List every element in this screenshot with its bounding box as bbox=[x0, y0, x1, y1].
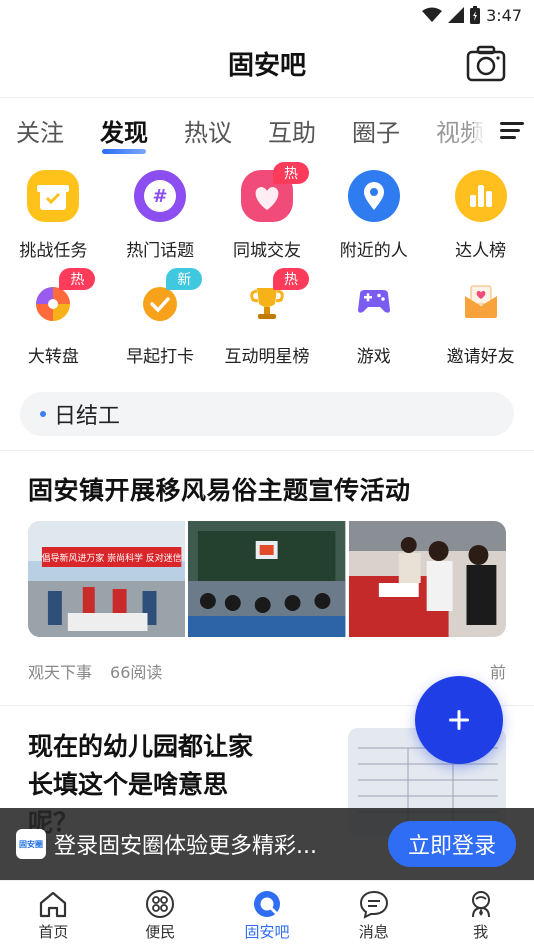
feed-post[interactable]: 固安镇开展移风易俗主题宣传活动 倡导新风进万家 崇尚科学 反对迷信 观天下事 6… bbox=[0, 471, 534, 683]
feature-star-ranking[interactable]: 热 互动明星榜 bbox=[214, 268, 321, 374]
message-icon bbox=[359, 890, 388, 919]
nav-messages[interactable]: 消息 bbox=[320, 881, 427, 950]
feature-label: 邀请好友 bbox=[446, 347, 515, 367]
status-time: 3:47 bbox=[486, 5, 522, 25]
tab-discover[interactable]: 发现 bbox=[100, 113, 148, 154]
location-pin-icon bbox=[346, 168, 402, 224]
nav-home[interactable]: 首页 bbox=[0, 881, 107, 950]
bar-chart-icon bbox=[453, 168, 509, 224]
feature-label: 早起打卡 bbox=[126, 347, 195, 367]
feature-invite-friends[interactable]: 邀请好友 bbox=[427, 268, 534, 374]
envelope-icon bbox=[453, 274, 509, 330]
feature-hot-topics[interactable]: # 热门话题 bbox=[107, 162, 214, 268]
app-logo: 固安圈 bbox=[16, 829, 46, 859]
post-title-line: 现在的幼儿园都让家 bbox=[28, 732, 254, 761]
post-source: 观天下事 bbox=[28, 663, 93, 682]
login-button[interactable]: 立即登录 bbox=[388, 821, 516, 867]
post-photo[interactable] bbox=[348, 521, 506, 637]
tab-menu-button[interactable] bbox=[474, 98, 534, 162]
feature-label: 互动明星榜 bbox=[224, 347, 310, 367]
home-icon bbox=[40, 891, 67, 918]
nav-label: 固安吧 bbox=[244, 923, 290, 941]
post-reads: 66阅读 bbox=[110, 663, 163, 682]
feature-grid: 挑战任务 # 热门话题 热 同城交友 附近的人 达人榜 热 大转盘 新 早起打卡… bbox=[0, 162, 534, 374]
create-post-button[interactable] bbox=[415, 676, 503, 764]
feature-label: 同城交友 bbox=[232, 241, 301, 261]
post-photo[interactable] bbox=[188, 521, 346, 637]
app-logo-text: 固安圈 bbox=[19, 839, 43, 849]
status-bar: 3:47 bbox=[0, 0, 534, 30]
battery-icon bbox=[470, 6, 481, 24]
post-time: 前 bbox=[489, 663, 506, 682]
feature-challenge-task[interactable]: 挑战任务 bbox=[0, 162, 107, 268]
feature-label: 游戏 bbox=[356, 347, 391, 367]
topic-dot bbox=[40, 411, 46, 417]
section-divider bbox=[0, 450, 534, 451]
svg-text:#: # bbox=[153, 186, 168, 207]
feature-nearby-people[interactable]: 附近的人 bbox=[320, 162, 427, 268]
gamepad-icon bbox=[346, 274, 402, 330]
nav-label: 首页 bbox=[38, 923, 69, 941]
feature-label: 大转盘 bbox=[27, 347, 79, 367]
bottom-nav: 首页 便民 固安吧 消息 我 bbox=[0, 880, 534, 950]
post-photos[interactable]: 倡导新风进万家 崇尚科学 反对迷信 bbox=[28, 521, 506, 637]
camera-icon[interactable] bbox=[466, 44, 506, 84]
tab-circles[interactable]: 圈子 bbox=[352, 113, 400, 148]
hot-badge: 热 bbox=[272, 268, 309, 290]
wifi-icon bbox=[422, 7, 443, 22]
nav-profile[interactable]: 我 bbox=[427, 881, 534, 950]
nav-label: 便民 bbox=[145, 923, 176, 941]
nav-label: 消息 bbox=[358, 923, 389, 941]
profile-icon bbox=[471, 891, 490, 918]
category-tabs: 关注 发现 热议 互助 圈子 视频 bbox=[0, 98, 534, 162]
grid-apps-icon bbox=[146, 890, 175, 918]
feature-lucky-wheel[interactable]: 热 大转盘 bbox=[0, 268, 107, 374]
post-title-line: 长填这个是啥意思 bbox=[28, 770, 229, 799]
tab-mutual-help[interactable]: 互助 bbox=[268, 113, 316, 148]
feature-label: 热门话题 bbox=[126, 241, 195, 261]
menu-lines-icon bbox=[500, 122, 524, 139]
nav-services[interactable]: 便民 bbox=[107, 881, 214, 950]
post-meta: 观天下事 66阅读 前 bbox=[28, 659, 506, 683]
gift-icon bbox=[25, 168, 81, 224]
feature-local-friends[interactable]: 热 同城交友 bbox=[214, 162, 321, 268]
login-banner-text: 登录固安圈体验更多精彩... bbox=[54, 834, 317, 859]
feature-label: 附近的人 bbox=[339, 241, 408, 261]
banner-text: 倡导新风进万家 崇尚科学 反对迷信 bbox=[42, 552, 182, 564]
post-photo[interactable]: 倡导新风进万家 崇尚科学 反对迷信 bbox=[28, 521, 186, 637]
nav-guan-ba[interactable]: 固安吧 bbox=[214, 881, 321, 950]
post-title[interactable]: 固安镇开展移风易俗主题宣传活动 bbox=[28, 471, 506, 507]
page-title: 固安吧 bbox=[227, 51, 306, 81]
topic-tag-bar[interactable]: 日结工 bbox=[20, 392, 514, 436]
topic-tag-label: 日结工 bbox=[54, 404, 121, 429]
hashtag-icon: # bbox=[132, 168, 188, 224]
nav-label: 我 bbox=[473, 923, 489, 941]
tab-follow[interactable]: 关注 bbox=[16, 113, 64, 148]
top-bar: 固安吧 bbox=[0, 30, 534, 98]
new-badge: 新 bbox=[166, 268, 203, 290]
wheel-icon: 热 bbox=[25, 268, 96, 330]
feature-expert-ranking[interactable]: 达人榜 bbox=[427, 162, 534, 268]
feature-games[interactable]: 游戏 bbox=[320, 268, 427, 374]
trophy-icon: 热 bbox=[239, 268, 309, 330]
feature-label: 挑战任务 bbox=[19, 241, 88, 261]
tab-hot-discussion[interactable]: 热议 bbox=[184, 113, 232, 148]
plus-icon bbox=[449, 710, 469, 730]
heart-icon: 热 bbox=[239, 162, 309, 224]
login-banner: 固安圈 登录固安圈体验更多精彩... 立即登录 bbox=[0, 808, 534, 880]
chat-bubble-icon bbox=[253, 891, 280, 917]
hot-badge: 热 bbox=[59, 268, 96, 290]
signal-icon bbox=[448, 7, 465, 23]
checkmark-icon: 新 bbox=[132, 268, 203, 330]
feature-label: 达人榜 bbox=[455, 241, 507, 261]
hot-badge: 热 bbox=[272, 162, 309, 184]
feature-early-checkin[interactable]: 新 早起打卡 bbox=[107, 268, 214, 374]
